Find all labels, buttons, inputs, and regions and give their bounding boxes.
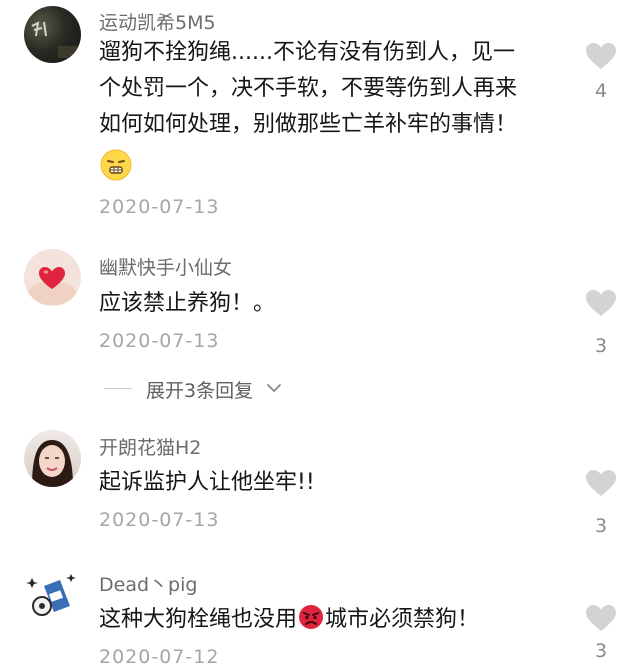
comment-date: 2020-07-13 bbox=[99, 196, 220, 218]
avatar[interactable] bbox=[24, 249, 81, 306]
comment-date: 2020-07-13 bbox=[99, 509, 220, 531]
username[interactable]: 开朗花猫H2 bbox=[99, 433, 201, 460]
like-button[interactable]: 4 bbox=[583, 42, 619, 102]
heart-icon bbox=[586, 470, 616, 496]
like-count: 3 bbox=[594, 640, 608, 662]
comment-text: 起诉监护人让他坐牢!! bbox=[99, 470, 315, 495]
expand-replies-label: 展开3条回复 bbox=[146, 380, 254, 402]
avatar[interactable] bbox=[24, 6, 81, 63]
username[interactable]: 运动凯希5M5 bbox=[99, 8, 216, 35]
comment-text-part: 这种大狗栓绳也没用 bbox=[99, 607, 298, 632]
comment-text-line: 遛狗不拴狗绳......不论有没有伤到人，见一 bbox=[99, 40, 515, 65]
like-count: 3 bbox=[594, 515, 608, 537]
like-button[interactable]: 3 bbox=[583, 469, 619, 537]
comment-date: 2020-07-13 bbox=[99, 330, 220, 352]
comment-date: 2020-07-12 bbox=[99, 646, 220, 668]
expand-replies-button[interactable]: 展开3条回复 bbox=[104, 376, 404, 402]
like-button[interactable]: 3 bbox=[583, 289, 619, 357]
avatar[interactable] bbox=[24, 430, 81, 487]
comment-text: 这种大狗栓绳也没用 城市必须禁狗！ bbox=[99, 602, 559, 642]
comment-text-part: 城市必须禁狗！ bbox=[325, 607, 480, 632]
comment-text-line: 个处罚一个，决不手软，不要等伤到人再来 bbox=[99, 76, 518, 101]
comment-text: 应该禁止养狗！。 bbox=[99, 291, 276, 316]
like-count: 3 bbox=[594, 335, 608, 357]
username[interactable]: Dead丶pig bbox=[99, 570, 197, 597]
divider-line bbox=[104, 388, 132, 389]
grimace-emoji-icon bbox=[100, 149, 132, 185]
angry-face-emoji-icon bbox=[298, 604, 324, 642]
comment-text: 遛狗不拴狗绳......不论有没有伤到人，见一 个处罚一个，决不手软，不要等伤到… bbox=[99, 35, 559, 143]
username[interactable]: 幽默快手小仙女 bbox=[99, 253, 232, 280]
comment-text-line: 如何如何处理，别做那些亡羊补牢的事情！ bbox=[99, 112, 518, 137]
like-button[interactable]: 3 bbox=[583, 604, 619, 662]
heart-icon bbox=[586, 605, 616, 631]
avatar[interactable] bbox=[24, 566, 81, 623]
chevron-down-icon bbox=[267, 384, 281, 393]
heart-icon bbox=[586, 290, 616, 316]
like-count: 4 bbox=[594, 80, 608, 102]
heart-icon bbox=[586, 43, 616, 69]
